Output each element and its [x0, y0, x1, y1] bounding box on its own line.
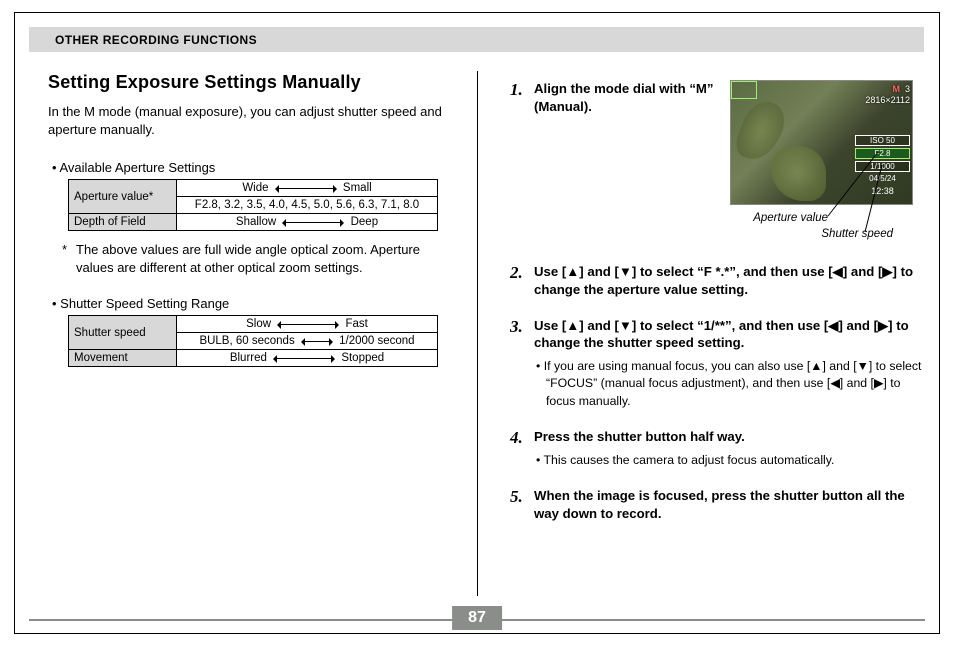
aperture-table: Aperture value* Wide Small F2.8, 3.2, 3.…	[68, 179, 438, 231]
step-text: Align the mode dial with “M” (Manual).	[534, 80, 724, 116]
shutter-speed-label: Shutter speed	[69, 316, 177, 350]
page-number: 87	[452, 606, 502, 630]
double-arrow-icon	[283, 222, 343, 223]
movement-label: Movement	[69, 350, 177, 367]
step-sub-bullet: • This causes the camera to adjust focus…	[546, 452, 925, 469]
range-left: Slow	[246, 318, 271, 330]
lcd-mode-indicator: M	[893, 84, 901, 94]
shutter-range-row: Slow Fast	[177, 316, 438, 333]
step-text: When the image is focused, press the shu…	[534, 487, 925, 523]
step-3: 3. Use [▲] and [▼] to select “1/**”, and…	[510, 317, 925, 410]
step-sub-bullet: • If you are using manual focus, you can…	[546, 358, 925, 410]
step-4: 4. Press the shutter button half way. • …	[510, 428, 925, 469]
range-right: Deep	[351, 216, 379, 228]
lcd-preview-block: M 3 2816×2112 ISO 50 F2.8 1/1000 04/5/24…	[730, 80, 913, 205]
range-right: Fast	[345, 318, 367, 330]
step-number: 2.	[510, 263, 530, 283]
page-heading: Setting Exposure Settings Manually	[48, 72, 448, 93]
range-right: Small	[343, 182, 372, 194]
section-header-title: OTHER RECORDING FUNCTIONS	[29, 33, 257, 47]
step-text: Use [▲] and [▼] to select “F *.*”, and t…	[534, 263, 925, 299]
step-text: Use [▲] and [▼] to select “1/**”, and th…	[534, 317, 925, 410]
column-divider	[477, 71, 478, 596]
double-arrow-icon	[274, 358, 334, 359]
step-2: 2. Use [▲] and [▼] to select “F *.*”, an…	[510, 263, 925, 299]
lcd-date: 04/5/24	[855, 174, 910, 185]
dof-range-row: Shallow Deep	[177, 214, 438, 231]
step-number: 4.	[510, 428, 530, 448]
lcd-resolution: 2816×2112	[865, 95, 910, 105]
lcd-iso-box: ISO 50	[855, 135, 910, 146]
range-left: BULB, 60 seconds	[199, 335, 294, 347]
left-column: Setting Exposure Settings Manually In th…	[48, 72, 448, 377]
step-text: Press the shutter button half way. • Thi…	[534, 428, 925, 469]
intro-paragraph: In the M mode (manual exposure), you can…	[48, 103, 448, 138]
range-right: Stopped	[341, 352, 384, 364]
double-arrow-icon	[302, 341, 332, 342]
range-right: 1/2000 second	[339, 335, 414, 347]
lcd-aperture-box: F2.8	[855, 148, 910, 159]
range-left: Shallow	[236, 216, 276, 228]
aperture-footnote: *The above values are full wide angle op…	[76, 241, 448, 276]
aperture-settings-title: • Available Aperture Settings	[52, 160, 448, 175]
range-left: Wide	[242, 182, 268, 194]
section-header: OTHER RECORDING FUNCTIONS	[29, 27, 925, 53]
right-column: M 3 2816×2112 ISO 50 F2.8 1/1000 04/5/24…	[510, 80, 925, 541]
lcd-focus-frame	[731, 81, 757, 99]
lcd-caption-aperture: Aperture value	[753, 212, 828, 224]
shutter-values-row: BULB, 60 seconds 1/2000 second	[177, 333, 438, 350]
lcd-time: 12:38	[855, 186, 910, 197]
movement-range-row: Blurred Stopped	[177, 350, 438, 367]
step-number: 1.	[510, 80, 530, 100]
step-number: 5.	[510, 487, 530, 507]
shutter-settings-title: • Shutter Speed Setting Range	[52, 296, 448, 311]
lcd-shot-count: 3	[905, 84, 910, 94]
step-number: 3.	[510, 317, 530, 337]
lcd-shutter-box: 1/1000	[855, 161, 910, 172]
aperture-value-label: Aperture value*	[69, 180, 177, 214]
range-left: Blurred	[230, 352, 267, 364]
lcd-caption-shutter: Shutter speed	[821, 228, 893, 240]
lcd-screen: M 3 2816×2112 ISO 50 F2.8 1/1000 04/5/24…	[730, 80, 913, 205]
step-5: 5. When the image is focused, press the …	[510, 487, 925, 523]
aperture-range-row: Wide Small	[177, 180, 438, 197]
depth-of-field-label: Depth of Field	[69, 214, 177, 231]
shutter-table: Shutter speed Slow Fast BULB, 60 seconds…	[68, 315, 438, 367]
double-arrow-icon	[278, 324, 338, 325]
aperture-values: F2.8, 3.2, 3.5, 4.0, 4.5, 5.0, 5.6, 6.3,…	[177, 197, 438, 214]
double-arrow-icon	[276, 188, 336, 189]
